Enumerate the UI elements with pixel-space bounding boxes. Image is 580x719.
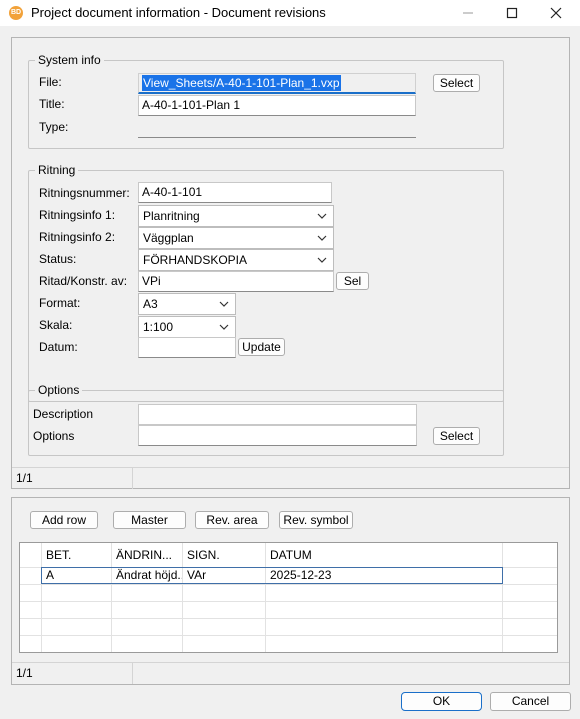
top-status-bar: 1/1 [12, 467, 569, 489]
format-value: A3 [143, 297, 158, 311]
chevron-down-icon [317, 235, 327, 241]
ritad-label: Ritad/Konstr. av: [39, 274, 128, 288]
ritad-field[interactable]: VPi [138, 271, 334, 292]
table-row[interactable]: A Ändrat höjd... VAr 2025-12-23 [41, 567, 503, 584]
ritningsinfo1-label: Ritningsinfo 1: [39, 208, 116, 222]
title-field[interactable]: A-40-1-101-Plan 1 [138, 95, 416, 116]
ritningsnummer-label: Ritningsnummer: [39, 186, 130, 200]
options-label: Options [33, 429, 75, 443]
row-andring-cell: Ändrat höjd... [116, 568, 182, 582]
revisions-table: BET. ÄNDRIN... SIGN. DATUM A Ändrat höjd… [19, 542, 558, 653]
description-label: Description [33, 407, 94, 421]
add-row-button[interactable]: Add row [30, 511, 98, 529]
datum-update-button[interactable]: Update [238, 338, 285, 356]
ritningsinfo1-value: Planritning [143, 209, 200, 223]
type-label: Type: [39, 120, 69, 134]
bottom-page-indicator: 1/1 [12, 663, 133, 684]
options-group: Options Description Options Select [28, 383, 504, 456]
datum-label: Datum: [39, 340, 78, 354]
ritningsinfo2-value: Väggplan [143, 231, 194, 245]
minimize-button[interactable] [448, 0, 488, 26]
column-header-datum[interactable]: DATUM [266, 546, 502, 564]
rev-area-button[interactable]: Rev. area [195, 511, 269, 529]
column-header-andring[interactable]: ÄNDRIN... [112, 546, 182, 564]
status-label: Status: [39, 252, 77, 266]
ritningsinfo2-label: Ritningsinfo 2: [39, 230, 116, 244]
status-value: FÖRHANDSKOPIA [143, 253, 248, 267]
ritning-group-title: Ritning [35, 163, 79, 177]
file-value: View_Sheets/A-40-1-101-Plan_1.vxp [142, 75, 341, 91]
bottom-status-bar: 1/1 [12, 662, 569, 684]
chevron-down-icon [317, 257, 327, 263]
ok-button[interactable]: OK [401, 692, 482, 711]
description-field[interactable] [138, 404, 417, 425]
skala-dropdown[interactable]: 1:100 [138, 316, 236, 338]
options-field[interactable] [138, 425, 417, 446]
column-header-sign[interactable]: SIGN. [183, 546, 265, 564]
chevron-down-icon [219, 301, 229, 307]
cancel-button[interactable]: Cancel [490, 692, 571, 711]
format-dropdown[interactable]: A3 [138, 293, 236, 315]
chevron-down-icon [317, 213, 327, 219]
row-bet-cell: A [46, 568, 55, 582]
ritad-sel-button[interactable]: Sel [336, 272, 369, 290]
app-icon: BD [9, 6, 23, 20]
minimize-icon [463, 12, 473, 14]
type-field [138, 117, 416, 138]
rev-symbol-button[interactable]: Rev. symbol [279, 511, 353, 529]
datum-field[interactable] [138, 337, 236, 358]
ritningsnummer-field[interactable]: A-40-1-101 [138, 182, 332, 203]
title-bar: BD Project document information - Docume… [0, 0, 580, 26]
file-label: File: [39, 75, 62, 89]
file-field[interactable]: View_Sheets/A-40-1-101-Plan_1.vxp [138, 73, 416, 94]
top-page-indicator: 1/1 [12, 468, 133, 489]
master-button[interactable]: Master [113, 511, 186, 529]
ritning-group: Ritning Ritningsnummer: A-40-1-101 Ritni… [28, 163, 504, 402]
row-datum-cell: 2025-12-23 [270, 568, 332, 582]
row-sign-cell: VAr [187, 568, 207, 582]
maximize-button[interactable] [492, 0, 532, 26]
system-info-group-title: System info [35, 53, 104, 67]
document-info-panel: System info File: View_Sheets/A-40-1-101… [11, 37, 570, 489]
skala-value: 1:100 [143, 320, 174, 334]
system-info-group: System info File: View_Sheets/A-40-1-101… [28, 53, 504, 149]
file-select-button[interactable]: Select [433, 74, 480, 92]
close-icon [550, 7, 562, 19]
skala-label: Skala: [39, 318, 73, 332]
format-label: Format: [39, 296, 81, 310]
title-label: Title: [39, 97, 65, 111]
chevron-down-icon [219, 324, 229, 330]
window-title: Project document information - Document … [31, 5, 326, 20]
options-select-button[interactable]: Select [433, 427, 480, 445]
ritningsinfo2-dropdown[interactable]: Väggplan [138, 227, 334, 249]
revisions-panel: Add row Master Rev. area Rev. symbol BET… [11, 497, 570, 685]
column-header-bet[interactable]: BET. [42, 546, 111, 564]
options-group-title: Options [35, 383, 83, 397]
ritningsinfo1-dropdown[interactable]: Planritning [138, 205, 334, 227]
close-button[interactable] [536, 0, 576, 26]
maximize-icon [506, 7, 518, 19]
status-dropdown[interactable]: FÖRHANDSKOPIA [138, 249, 334, 271]
